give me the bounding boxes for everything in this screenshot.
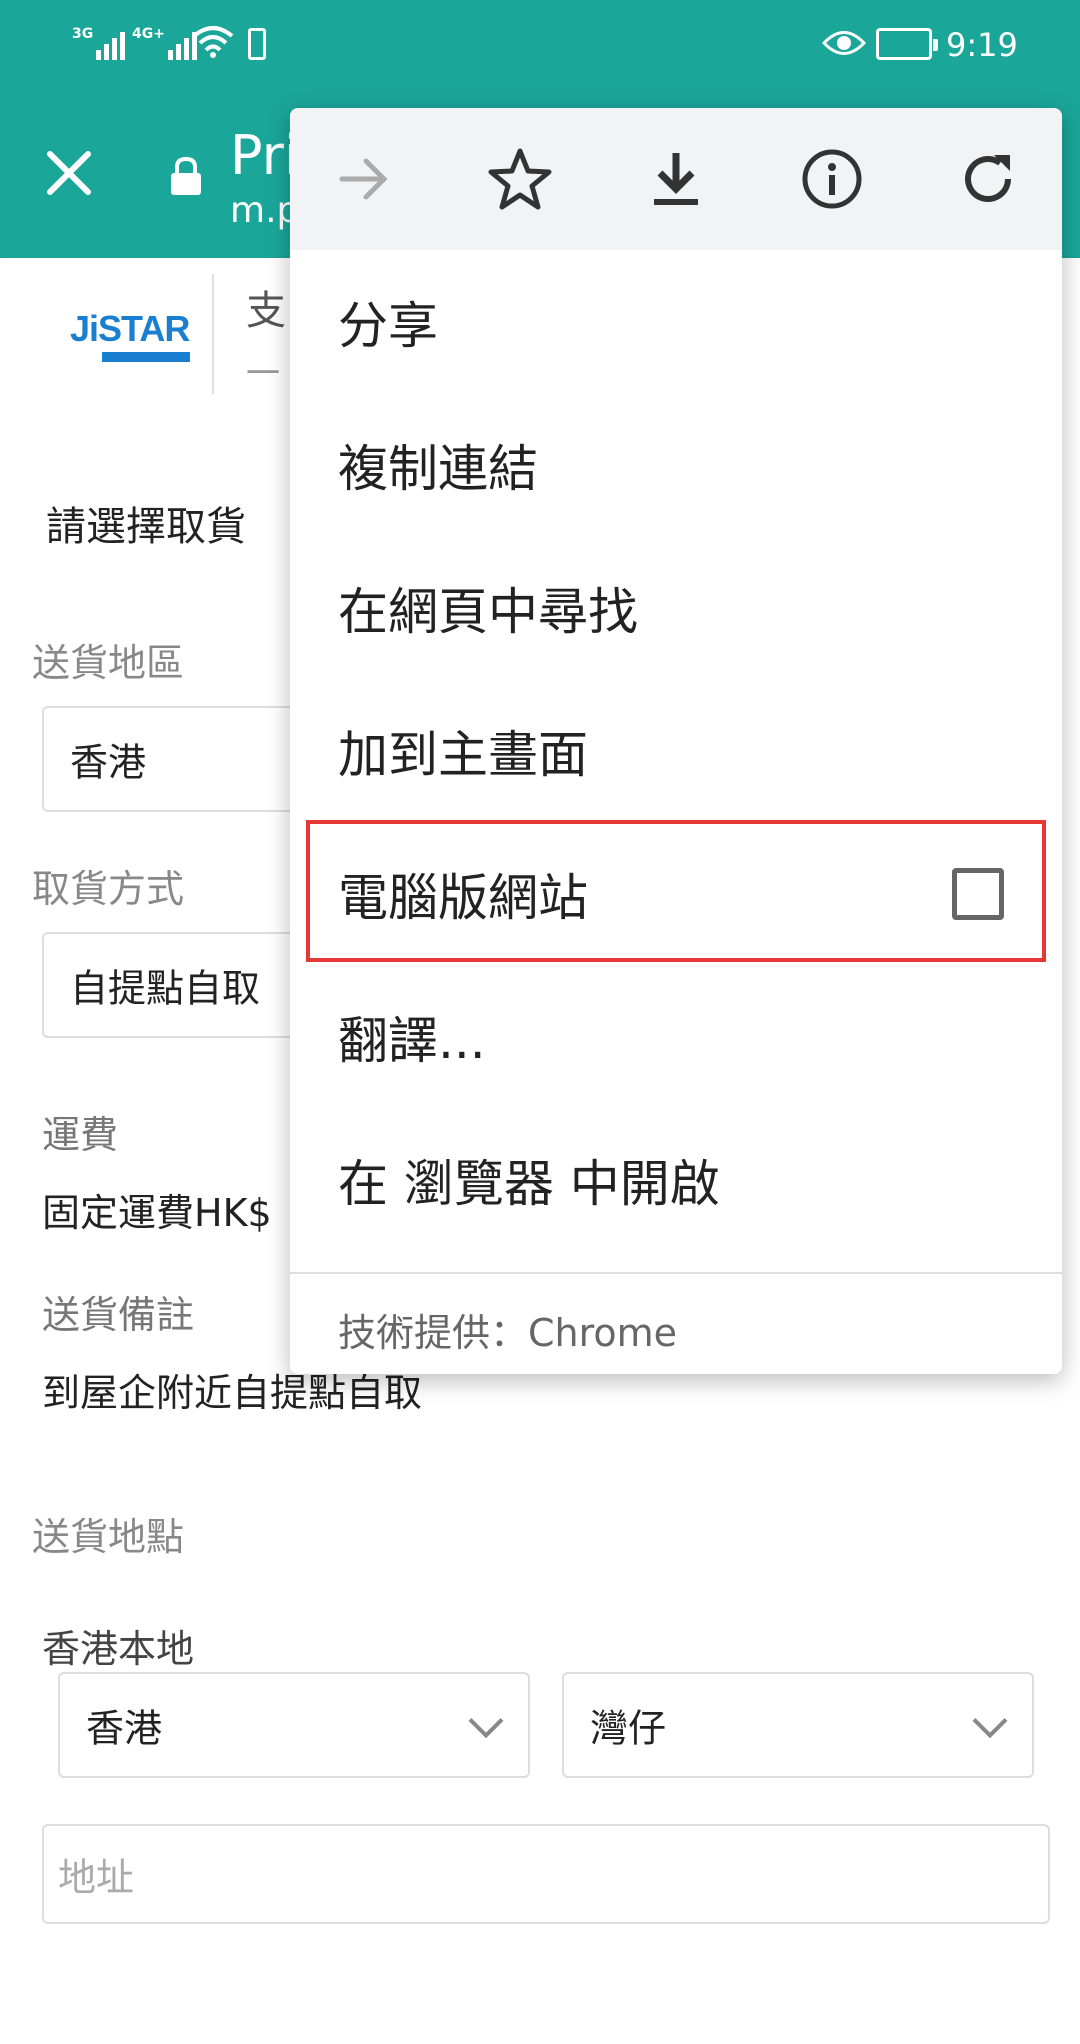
address-input[interactable]: 地址 bbox=[42, 1824, 1050, 1924]
shipping-fee-value: 固定運費HK$ bbox=[42, 1191, 272, 1235]
delivery-location-label: 送貨地點 bbox=[32, 1515, 185, 1559]
highlight-annotation bbox=[306, 820, 1046, 962]
header-text-1: 支 bbox=[246, 288, 286, 334]
menu-item-find-in-page[interactable]: 在網頁中尋找 bbox=[290, 536, 1062, 679]
menu-toolbar bbox=[290, 108, 1062, 250]
pickup-method-label: 取貨方式 bbox=[32, 867, 185, 911]
hk-local-label: 香港本地 bbox=[42, 1627, 195, 1671]
menu-divider bbox=[290, 1272, 1062, 1274]
district-select[interactable]: 灣仔 bbox=[562, 1672, 1034, 1778]
close-icon[interactable] bbox=[44, 148, 94, 198]
forward-icon[interactable] bbox=[326, 141, 402, 217]
chevron-down-icon bbox=[972, 1717, 1008, 1739]
menu-item-copy-link[interactable]: 複制連結 bbox=[290, 393, 1062, 536]
area-select[interactable]: 香港 bbox=[58, 1672, 530, 1778]
shipping-fee-label: 運費 bbox=[42, 1113, 119, 1157]
chevron-down-icon bbox=[468, 1717, 504, 1739]
browser-overflow-menu: 分享 複制連結 在網頁中尋找 加到主畫面 電腦版網站 翻譯... 在 瀏覽器 中… bbox=[290, 108, 1062, 1374]
header-text-2: 一 bbox=[246, 354, 280, 394]
menu-footer: 技術提供：Chrome bbox=[338, 1311, 678, 1355]
sim1-label: 3G bbox=[72, 26, 94, 42]
refresh-icon[interactable] bbox=[950, 141, 1026, 217]
bookmark-star-icon[interactable] bbox=[482, 141, 558, 217]
menu-item-add-to-home[interactable]: 加到主畫面 bbox=[290, 679, 1062, 822]
page-url: m.p bbox=[230, 190, 300, 231]
delivery-note-label: 送貨備註 bbox=[42, 1293, 195, 1337]
clock: 9:19 bbox=[946, 26, 1018, 64]
eye-comfort-icon bbox=[822, 31, 866, 55]
menu-item-share[interactable]: 分享 bbox=[290, 250, 1062, 393]
form-heading: 請選擇取貨 bbox=[46, 504, 246, 550]
battery-icon bbox=[876, 28, 938, 60]
signal-bars-icon bbox=[96, 30, 126, 60]
wifi-icon bbox=[192, 26, 234, 58]
region-label: 送貨地區 bbox=[32, 641, 185, 685]
sim2-label: 4G+ bbox=[132, 26, 165, 42]
page-title: Pri bbox=[230, 124, 299, 187]
menu-item-open-in-browser[interactable]: 在 瀏覽器 中開啟 bbox=[290, 1108, 1062, 1251]
download-icon[interactable] bbox=[638, 141, 714, 217]
lock-icon bbox=[171, 156, 201, 195]
battery-saver-icon bbox=[248, 28, 266, 60]
status-bar: 3G 4G+ 9:19 bbox=[0, 0, 1080, 92]
menu-item-translate[interactable]: 翻譯... bbox=[290, 965, 1062, 1108]
divider bbox=[212, 274, 214, 394]
info-icon[interactable] bbox=[794, 141, 870, 217]
sim1-signal: 3G bbox=[72, 26, 126, 60]
site-logo: JiSTAR bbox=[70, 308, 190, 368]
sim2-signal: 4G+ bbox=[132, 26, 197, 60]
